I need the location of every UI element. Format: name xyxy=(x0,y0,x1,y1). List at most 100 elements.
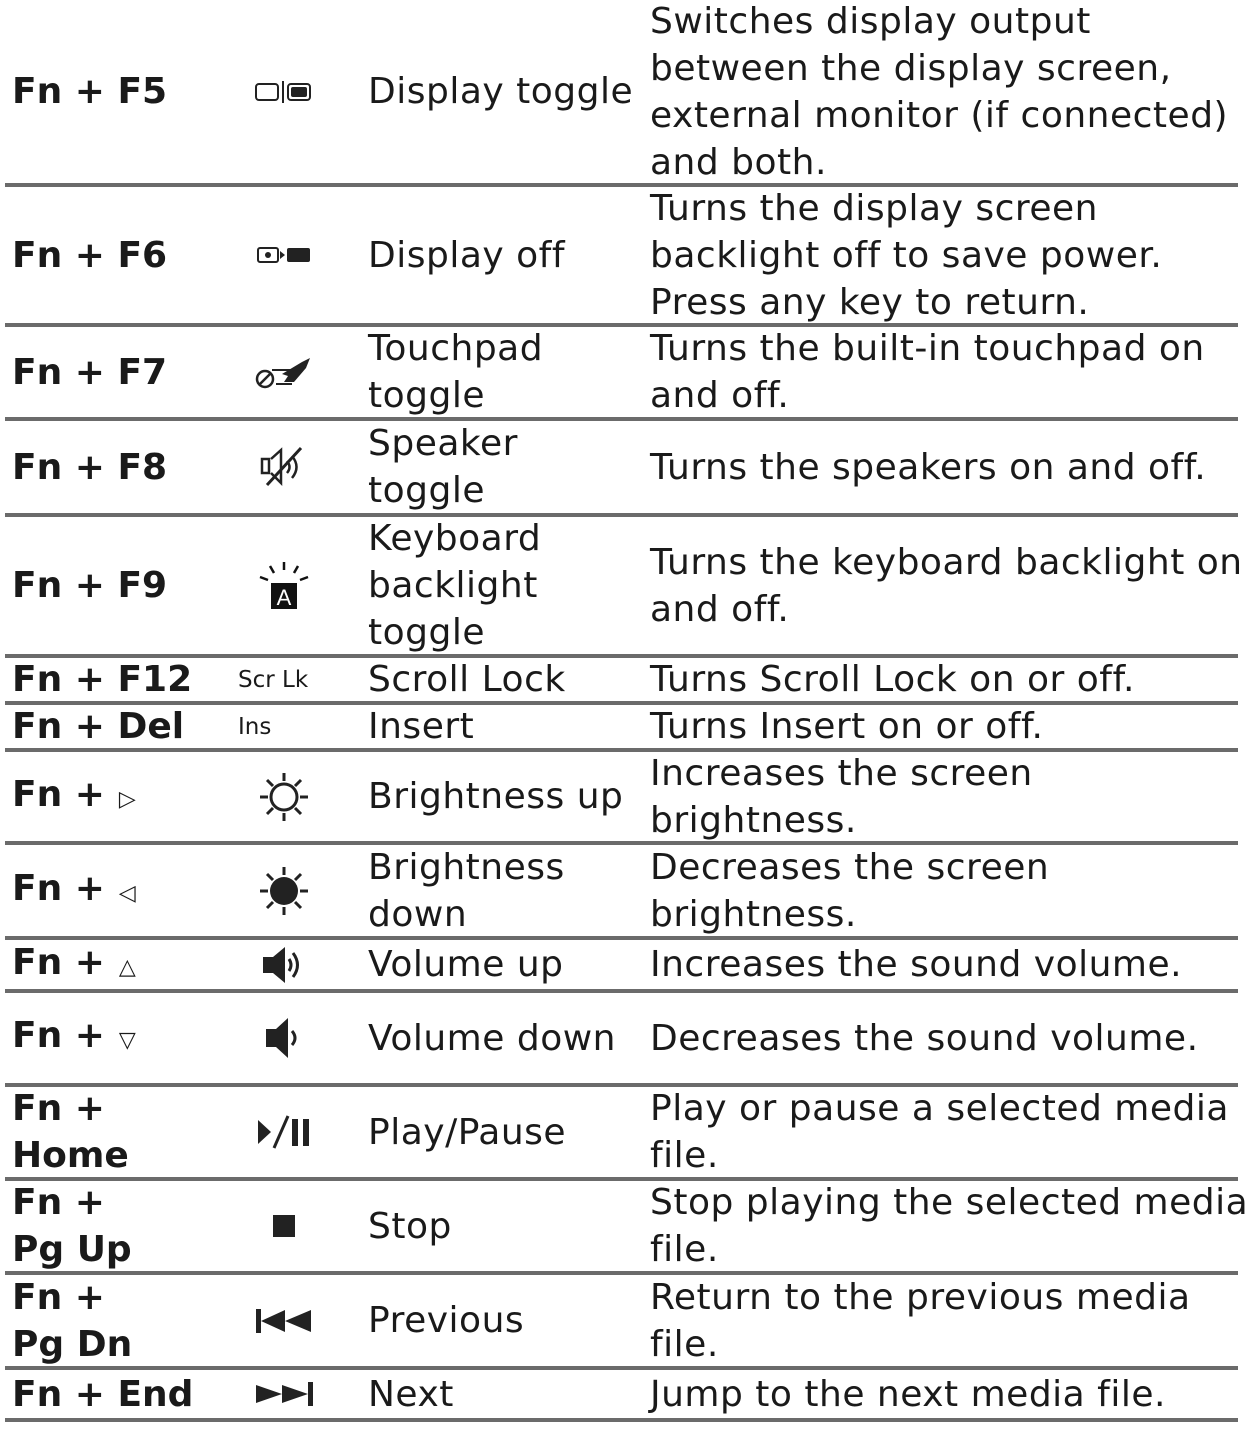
description-text: Increases the screen brightness. xyxy=(650,752,1033,841)
description-text: Turns Insert on or off. xyxy=(650,706,1044,747)
hotkey-cell: Fn + Home xyxy=(12,1087,232,1177)
function-cell: Previous xyxy=(368,1275,638,1366)
touchpad-toggle-icon xyxy=(254,352,314,392)
icon-cell: Scr Lk xyxy=(236,658,332,701)
hotkey-cell: Fn + Pg Up xyxy=(12,1181,232,1271)
arrow-key-icon: △ xyxy=(118,954,136,980)
icon-cell xyxy=(236,940,332,989)
icon-cell xyxy=(236,421,332,513)
description-text: Jump to the next media file. xyxy=(650,1373,1166,1415)
arrow-key-icon: ◁ xyxy=(118,880,136,906)
hotkey-cell: Fn + F8 xyxy=(12,421,232,513)
key-label: Fn + F9 xyxy=(12,565,168,606)
description-cell: Turns Insert on or off. xyxy=(650,705,1250,748)
description-text: Return to the previous media file. xyxy=(650,1276,1191,1365)
description-cell: Play or pause a selected media file. xyxy=(650,1087,1250,1177)
icon-cell: Ins xyxy=(236,705,332,748)
function-cell: Scroll Lock xyxy=(368,658,658,701)
display-off-icon xyxy=(256,245,312,265)
function-label: Speaker toggle xyxy=(368,423,518,511)
description-text: Decreases the sound volume. xyxy=(650,1017,1199,1059)
arrow-key-icon: ▽ xyxy=(118,1028,136,1053)
icon-cell xyxy=(236,1370,332,1418)
table-row: Fn + F7 Touchpad toggle Turns the built-… xyxy=(0,327,1250,417)
hotkey-cell: Fn + F7 xyxy=(12,327,232,417)
description-cell: Decreases the sound volume. xyxy=(650,993,1250,1083)
table-row: Fn + End Next Jump to the next media fil… xyxy=(0,1370,1250,1418)
function-cell: Volume up xyxy=(368,940,638,989)
table-row: Fn + F5 Display toggle Switches display … xyxy=(0,0,1250,183)
key-label: Fn + Home xyxy=(12,1088,129,1176)
table-row: Fn + ◁ Brightness down Decreases the scre… xyxy=(0,845,1250,936)
key-label: Fn + xyxy=(12,773,105,815)
function-label: Brightness up xyxy=(368,776,624,817)
stop-icon xyxy=(272,1214,296,1238)
description-cell: Increases the sound volume. xyxy=(650,940,1250,989)
table-row: Fn + F6 Display off Turns the display sc… xyxy=(0,187,1250,323)
description-cell: Jump to the next media file. xyxy=(650,1370,1250,1418)
function-label: Volume down xyxy=(368,1017,616,1059)
hotkey-cell: Fn + F12 xyxy=(12,658,232,701)
key-label: Fn + Pg Dn xyxy=(12,1276,133,1365)
description-cell: Switches display output between the disp… xyxy=(650,0,1250,183)
table-row: Fn + ▷ Brightness up Increases the screen… xyxy=(0,752,1250,841)
description-cell: Turns Scroll Lock on or off. xyxy=(650,658,1250,701)
table-row: Fn + F9 A Keyboard backlight toggle Turn… xyxy=(0,517,1250,654)
play-pause-icon xyxy=(256,1114,312,1150)
hotkey-cell: Fn + ◁ xyxy=(12,845,232,936)
function-cell: Display toggle xyxy=(368,0,638,183)
icon-cell xyxy=(236,752,332,841)
table-row: Fn + Home Play/Pause Play or pause a sel… xyxy=(0,1087,1250,1177)
function-label: Volume up xyxy=(368,944,564,985)
hotkey-cell: Fn + ▷ xyxy=(12,752,232,841)
function-label: Brightness down xyxy=(368,846,565,935)
icon-cell xyxy=(236,1087,332,1177)
hotkey-cell: Fn + △ xyxy=(12,940,232,989)
brightness-down-icon xyxy=(258,865,310,917)
function-label: Touchpad toggle xyxy=(368,328,544,416)
keyboard-backlight-icon: A xyxy=(256,561,312,611)
brightness-up-icon xyxy=(258,771,310,823)
function-cell: Insert xyxy=(368,705,638,748)
key-label: Fn + xyxy=(12,1015,105,1056)
next-icon xyxy=(254,1381,314,1407)
arrow-key-icon: ▷ xyxy=(118,786,136,812)
function-cell: Speaker toggle xyxy=(368,421,638,513)
table-row: Fn + Pg Up Stop Stop playing the selecte… xyxy=(0,1181,1250,1271)
key-icon-label: Ins xyxy=(238,713,272,740)
table-row: Fn + △ Volume up Increases the sound volu… xyxy=(0,940,1250,989)
key-label: Fn + F12 xyxy=(12,659,193,700)
key-label: Fn + F5 xyxy=(12,71,168,112)
description-cell: Turns the built-in touchpad on and off. xyxy=(650,327,1250,417)
function-cell: Play/Pause xyxy=(368,1087,658,1177)
hotkey-cell: Fn + ▽ xyxy=(12,993,232,1083)
function-label: Stop xyxy=(368,1205,452,1247)
function-label: Display toggle xyxy=(368,71,634,112)
description-text: Increases the sound volume. xyxy=(650,944,1183,985)
function-label: Next xyxy=(368,1373,454,1415)
table-row: Fn + Pg Dn Previous Return to the previo… xyxy=(0,1275,1250,1366)
function-cell: Brightness up xyxy=(368,752,638,841)
function-cell: Volume down xyxy=(368,993,638,1083)
key-label: Fn + F6 xyxy=(12,234,168,276)
description-cell: Turns the display screen backlight off t… xyxy=(650,187,1250,323)
icon-cell xyxy=(236,993,332,1083)
key-icon-label: Scr Lk xyxy=(238,666,309,693)
function-cell: Next xyxy=(368,1370,638,1418)
svg-text:A: A xyxy=(277,585,292,610)
key-label: Fn + xyxy=(12,867,105,909)
hotkey-cell: Fn + Del xyxy=(12,705,232,748)
icon-cell xyxy=(236,187,332,323)
description-text: Turns the built-in touchpad on and off. xyxy=(650,328,1205,416)
description-text: Decreases the screen brightness. xyxy=(650,846,1050,935)
icon-cell xyxy=(236,1181,332,1271)
function-label: Keyboard backlight toggle xyxy=(368,518,542,653)
table-row: Fn + Del Ins Insert Turns Insert on or o… xyxy=(0,705,1250,748)
table-row: Fn + F8 Speaker toggle Turns the speaker… xyxy=(0,421,1250,513)
description-text: Turns the speakers on and off. xyxy=(650,446,1207,488)
key-label: Fn + Pg Up xyxy=(12,1182,132,1270)
icon-cell xyxy=(236,327,332,417)
hotkey-cell: Fn + F6 xyxy=(12,187,232,323)
description-cell: Turns the speakers on and off. xyxy=(650,421,1250,513)
hotkey-cell: Fn + End xyxy=(12,1370,232,1418)
